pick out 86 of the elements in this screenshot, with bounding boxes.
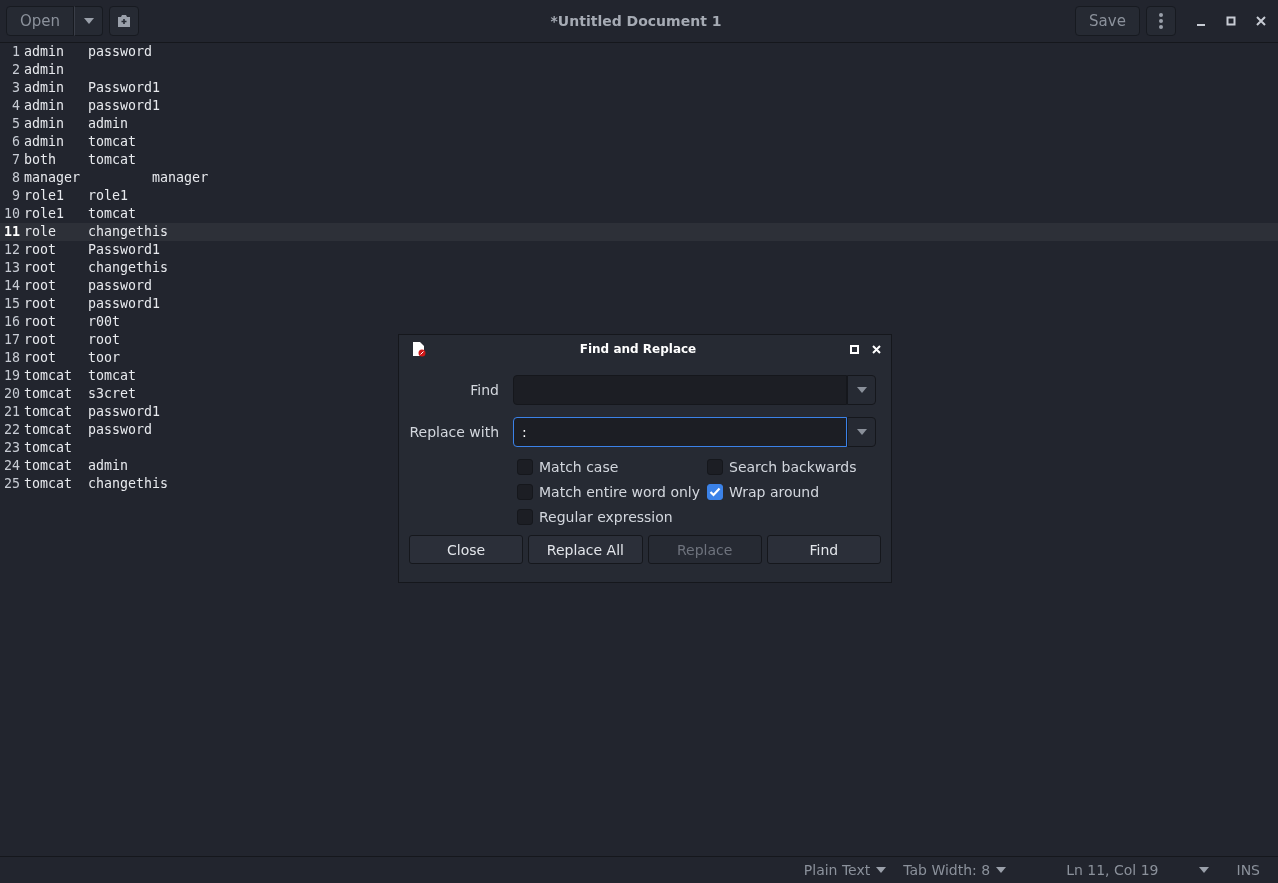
- line-number: 10: [3, 205, 21, 223]
- caret-icon: [996, 867, 1007, 873]
- open-menu-button[interactable]: [74, 6, 103, 36]
- line-number: 13: [3, 259, 21, 277]
- dialog-button[interactable]: Close: [409, 535, 524, 564]
- caret-icon: [83, 18, 94, 24]
- checkbox[interactable]: [707, 484, 723, 500]
- document-icon: [412, 341, 426, 357]
- line-number: 12: [3, 241, 21, 259]
- save-button[interactable]: Save: [1075, 6, 1140, 36]
- code-line: tomcat tomcat: [24, 367, 137, 385]
- line-number: 16: [3, 313, 21, 331]
- camera-icon: [117, 15, 131, 27]
- line-number: 14: [3, 277, 21, 295]
- line-number: 3: [11, 79, 21, 97]
- code-line: root root: [24, 331, 121, 349]
- code-line: root password: [24, 277, 153, 295]
- code-line: admin: [24, 61, 65, 79]
- open-button[interactable]: Open: [6, 6, 74, 36]
- code-line: root changethis: [24, 259, 169, 277]
- code-line: tomcat changethis: [24, 475, 169, 493]
- code-line: tomcat password1: [24, 403, 161, 421]
- cursor-position: Ln 11, Col 19: [1066, 862, 1159, 878]
- code-line: tomcat admin: [24, 457, 129, 475]
- code-line: manager manager: [24, 169, 209, 187]
- code-line: tomcat s3cret: [24, 385, 137, 403]
- dialog-title: Find and Replace: [578, 342, 698, 356]
- line-number: 24: [3, 457, 21, 475]
- caret-icon: [876, 867, 887, 873]
- caret-icon: [856, 429, 867, 435]
- line-number: 8: [11, 169, 21, 187]
- line-number: 1: [11, 43, 21, 61]
- line-number: 7: [11, 151, 21, 169]
- line-number: 2: [11, 61, 21, 79]
- code-line: admin Password1: [24, 79, 161, 97]
- code-line: root r00t: [24, 313, 121, 331]
- code-line: role1 role1: [24, 187, 129, 205]
- code-line: root toor: [24, 349, 121, 367]
- line-number: 18: [3, 349, 21, 367]
- code-line: role changethis: [24, 223, 169, 241]
- option-label: Regular expression: [539, 509, 673, 525]
- line-number: 4: [11, 97, 21, 115]
- code-line: both tomcat: [24, 151, 137, 169]
- line-number: 15: [3, 295, 21, 313]
- replace-label: Replace with: [408, 424, 499, 440]
- line-number: 5: [11, 115, 21, 133]
- new-document-button[interactable]: [109, 6, 139, 36]
- code-line: root password1: [24, 295, 161, 313]
- code-line: admin admin: [24, 115, 129, 133]
- insert-mode: INS: [1236, 862, 1260, 878]
- line-number: 6: [11, 133, 21, 151]
- find-label: Find: [469, 382, 499, 398]
- line-number: 19: [3, 367, 21, 385]
- dialog-button[interactable]: Find: [766, 535, 881, 564]
- code-line: tomcat: [24, 439, 73, 457]
- language-selector[interactable]: Plain Text: [803, 862, 887, 878]
- caret-icon: [856, 387, 867, 393]
- replace-field[interactable]: :: [513, 417, 847, 447]
- maximize-icon[interactable]: [1226, 16, 1236, 26]
- code-line: tomcat password: [24, 421, 153, 439]
- close-icon[interactable]: [1256, 16, 1266, 26]
- line-number: 9: [11, 187, 21, 205]
- code-line: admin tomcat: [24, 133, 137, 151]
- option-label: Match entire word only: [539, 484, 701, 500]
- line-number: 22: [3, 421, 21, 439]
- window-title: *Untitled Document 1: [549, 13, 723, 29]
- option-label: Search backwards: [729, 459, 857, 475]
- caret-icon[interactable]: [1198, 867, 1209, 873]
- menu-button[interactable]: [1146, 6, 1176, 36]
- option-label: Match case: [539, 459, 619, 475]
- dropdown-button[interactable]: [847, 375, 876, 405]
- option-label: Wrap around: [729, 484, 820, 500]
- tab-width-selector[interactable]: Tab Width: 8: [903, 862, 1007, 878]
- code-line: role1 tomcat: [24, 205, 137, 223]
- line-number: 21: [3, 403, 21, 421]
- code-line: admin password: [24, 43, 153, 61]
- code-line: root Password1: [24, 241, 161, 259]
- dialog-button[interactable]: Replace All: [528, 535, 643, 564]
- line-number: 23: [3, 439, 21, 457]
- line-number: 11: [3, 223, 21, 241]
- menu-icon: [1159, 13, 1163, 29]
- line-number: 25: [3, 475, 21, 493]
- dropdown-button[interactable]: [847, 417, 876, 447]
- line-number: 20: [3, 385, 21, 403]
- line-number: 17: [3, 331, 21, 349]
- code-line: admin password1: [24, 97, 161, 115]
